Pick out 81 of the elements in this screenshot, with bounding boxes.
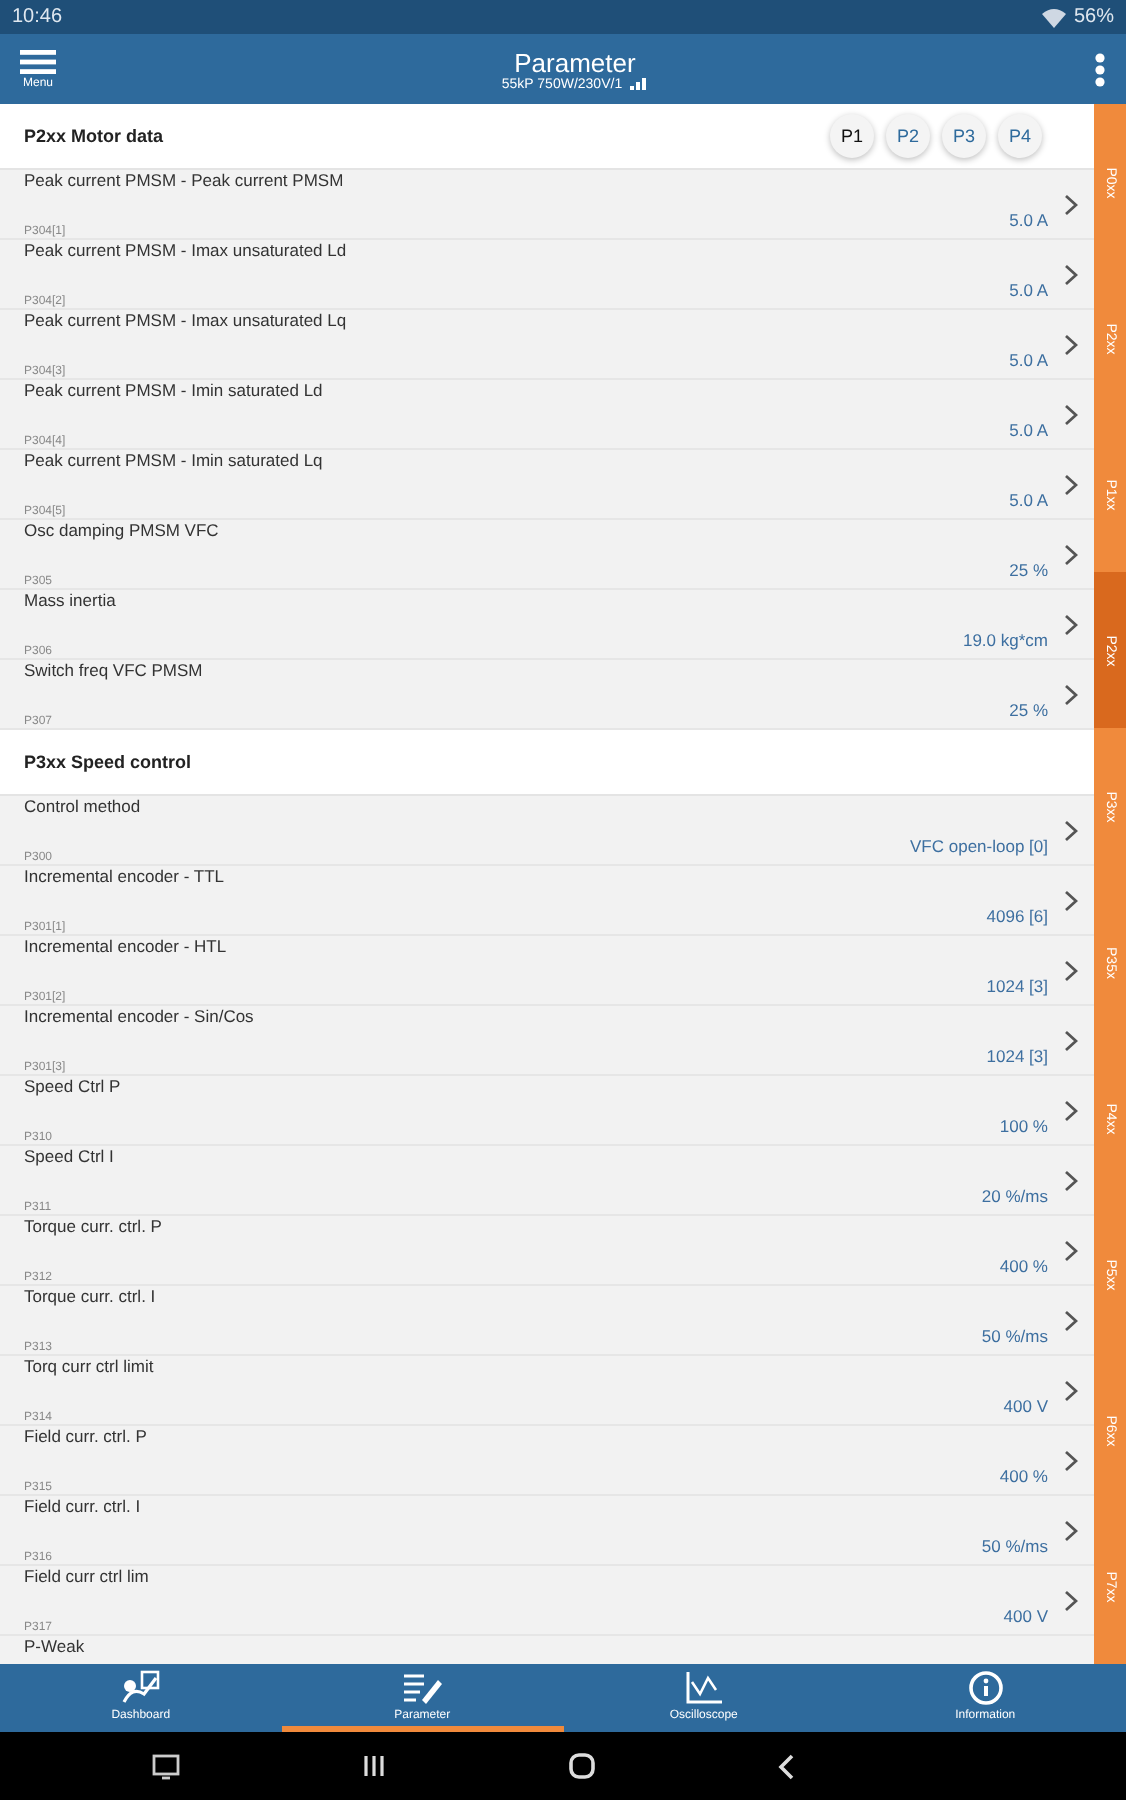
- parameter-name: Field curr. ctrl. I: [24, 1496, 143, 1516]
- parameter-value: 5.0 A: [1009, 490, 1048, 510]
- chevron-right-icon: [1064, 683, 1078, 705]
- parameter-set-button[interactable]: P4: [998, 114, 1042, 158]
- line-chart-icon: [683, 1669, 724, 1705]
- chevron-right-icon: [1064, 1449, 1078, 1471]
- parameter-value: 5.0 A: [1009, 350, 1048, 370]
- parameter-name: Peak current PMSM - Imax unsaturated Ld: [24, 240, 349, 260]
- parameter-value: 25 %: [1009, 560, 1048, 580]
- parameter-name: Field curr. ctrl. P: [24, 1426, 149, 1446]
- section-title: P2xx Motor data: [24, 126, 164, 146]
- back-icon[interactable]: [778, 1753, 795, 1779]
- parameter-name: Peak current PMSM - Imin saturated Lq: [24, 450, 325, 470]
- signal-icon: [630, 78, 649, 90]
- parameter-value: 20 %/ms: [981, 1186, 1048, 1206]
- parameter-name: Control method: [24, 796, 143, 816]
- parameter-name: Peak current PMSM - Peak current PMSM: [24, 170, 346, 190]
- parameter-value: 5.0 A: [1009, 210, 1048, 230]
- parameter-name: Incremental encoder - TTL: [24, 866, 226, 886]
- parameter-value: 100 %: [999, 1116, 1048, 1136]
- parameter-value: 400 %: [999, 1256, 1048, 1276]
- parameter-value: 19.0 kg*cm: [962, 630, 1048, 650]
- chevron-right-icon: [1064, 959, 1078, 981]
- edit-list-icon: [402, 1669, 443, 1705]
- parameter-value: 1024 [3]: [986, 1046, 1048, 1066]
- gauge-chart-icon: [120, 1669, 161, 1705]
- parameter-name: Mass inertia: [24, 590, 118, 610]
- parameter-name: P-Weak: [24, 1636, 87, 1656]
- parameter-name: Speed Ctrl P: [24, 1076, 123, 1096]
- chevron-right-icon: [1064, 193, 1078, 215]
- screen-title: Parameter: [514, 47, 636, 77]
- parameter-value: 50 %/ms: [981, 1536, 1048, 1556]
- parameter-value: 5.0 A: [1009, 420, 1048, 440]
- wifi-icon: [1041, 7, 1066, 27]
- section-title: P3xx Speed control: [24, 752, 192, 772]
- parameter-name: Incremental encoder - HTL: [24, 936, 229, 956]
- chevron-right-icon: [1064, 543, 1078, 565]
- parameter-value: VFC open-loop [0]: [910, 836, 1048, 856]
- chevron-right-icon: [1064, 1239, 1078, 1261]
- parameter-value: 400 V: [1003, 1396, 1048, 1416]
- chevron-right-icon: [1064, 889, 1078, 911]
- chevron-right-icon: [1064, 1099, 1078, 1121]
- chevron-right-icon: [1064, 1379, 1078, 1401]
- parameter-value: 1024 [3]: [986, 976, 1048, 996]
- parameter-set-button[interactable]: P1: [830, 114, 874, 158]
- parameter-set-button[interactable]: P3: [942, 114, 986, 158]
- chevron-right-icon: [1064, 473, 1078, 495]
- parameter-name: Osc damping PMSM VFC: [24, 520, 221, 540]
- chevron-right-icon: [1064, 613, 1078, 635]
- chevron-right-icon: [1064, 1589, 1078, 1611]
- recent-apps-icon[interactable]: [361, 1754, 386, 1778]
- parameter-value: 50 %/ms: [981, 1326, 1048, 1346]
- chevron-right-icon: [1064, 333, 1078, 355]
- chevron-right-icon: [1064, 819, 1078, 841]
- chevron-right-icon: [1064, 1169, 1078, 1191]
- parameter-name: Incremental encoder - Sin/Cos: [24, 1006, 256, 1026]
- chevron-right-icon: [1064, 1519, 1078, 1541]
- parameter-value: 4096 [6]: [986, 906, 1048, 926]
- parameter-name: Torque curr. ctrl. I: [24, 1286, 158, 1306]
- clock: 10:46: [12, 6, 63, 28]
- parameter-name: Field curr ctrl lim: [24, 1566, 151, 1586]
- parameter-name: Switch freq VFC PMSM: [24, 660, 205, 680]
- battery-level: 56%: [1073, 6, 1114, 28]
- parameter-name: Speed Ctrl I: [24, 1146, 116, 1166]
- parameter-set-button[interactable]: P2: [886, 114, 930, 158]
- more-options-icon[interactable]: [1094, 51, 1106, 87]
- parameter-name: Peak current PMSM - Imax unsaturated Lq: [24, 310, 349, 330]
- info-icon: [965, 1669, 1006, 1705]
- chevron-right-icon: [1064, 263, 1078, 285]
- parameter-name: Peak current PMSM - Imin saturated Ld: [24, 380, 325, 400]
- parameter-value: 25 %: [1009, 700, 1048, 720]
- parameter-value: 400 %: [999, 1466, 1048, 1486]
- chevron-right-icon: [1064, 1309, 1078, 1331]
- parameter-name: Torq curr ctrl limit: [24, 1356, 156, 1376]
- chevron-right-icon: [1064, 403, 1078, 425]
- parameter-name: Torque curr. ctrl. P: [24, 1216, 164, 1236]
- parameter-value: 5.0 A: [1009, 280, 1048, 300]
- chevron-right-icon: [1064, 1029, 1078, 1051]
- screenshot-icon[interactable]: [151, 1753, 180, 1779]
- parameter-value: 400 V: [1003, 1606, 1048, 1626]
- home-icon[interactable]: [568, 1752, 597, 1780]
